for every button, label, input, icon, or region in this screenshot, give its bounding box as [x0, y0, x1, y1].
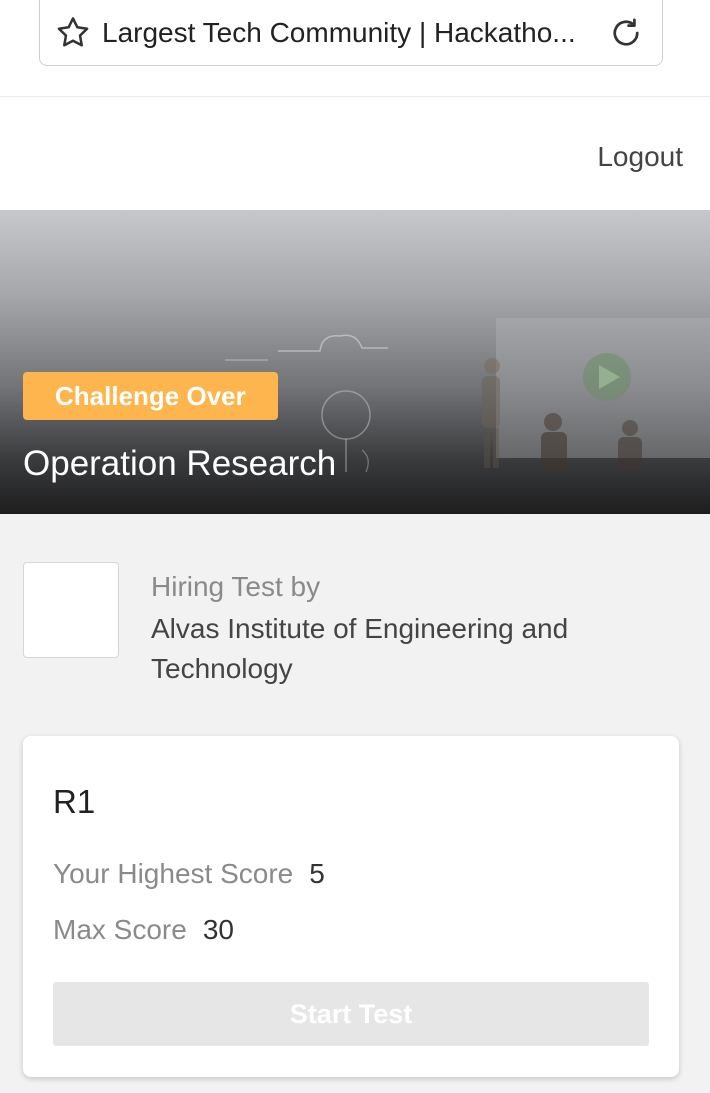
max-score-label: Max Score: [53, 914, 187, 945]
organizer-label: Hiring Test by: [151, 571, 321, 602]
star-icon[interactable]: [54, 14, 92, 52]
max-score-row: Max Score 30: [53, 914, 234, 946]
browser-address-area: Largest Tech Community | Hackatho...: [0, 0, 710, 97]
organizer-name[interactable]: Alvas Institute of Engineering and Techn…: [151, 609, 671, 689]
highest-score-row: Your Highest Score 5: [53, 858, 325, 890]
tab-title[interactable]: Largest Tech Community | Hackatho...: [102, 17, 596, 49]
max-score-value: 30: [202, 914, 234, 945]
reload-icon[interactable]: [608, 15, 644, 51]
round-title: R1: [53, 783, 96, 820]
round-card: R1 Your Highest Score 5 Max Score 30 Start…: [23, 736, 679, 1077]
highest-score-value: 5: [309, 858, 325, 889]
address-bar[interactable]: Largest Tech Community | Hackatho...: [39, 0, 663, 66]
logout-link[interactable]: Logout: [597, 141, 683, 173]
highest-score-label: Your Highest Score: [53, 858, 294, 889]
challenge-banner: Challenge Over Operation Research: [0, 210, 710, 514]
challenge-title: Operation Research: [23, 444, 337, 483]
start-test-button[interactable]: Start Test: [53, 982, 649, 1046]
top-nav: Logout: [0, 97, 710, 210]
challenge-status-badge: Challenge Over: [23, 372, 278, 420]
organizer-logo: [23, 562, 119, 658]
